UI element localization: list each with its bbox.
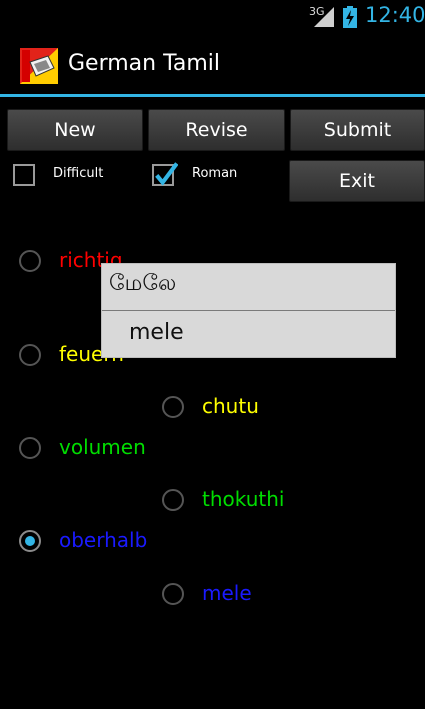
status-bar: 3G 12:40 <box>0 0 425 33</box>
battery-charging-icon <box>343 6 357 28</box>
popup-tamil-text: மேலே <box>109 271 177 296</box>
difficult-checkbox[interactable] <box>13 164 35 186</box>
radio-mele[interactable] <box>162 583 184 605</box>
submit-button[interactable]: Submit <box>290 109 425 151</box>
app-title: German Tamil <box>68 51 221 76</box>
option-chutu[interactable]: chutu <box>202 394 259 418</box>
option-volumen[interactable]: volumen <box>59 435 146 459</box>
popup-roman-text: mele <box>129 320 184 345</box>
radio-chutu[interactable] <box>162 396 184 418</box>
signal-icon <box>314 7 334 27</box>
revise-button[interactable]: Revise <box>148 109 285 151</box>
roman-checkbox[interactable] <box>152 162 178 186</box>
exit-button[interactable]: Exit <box>289 160 425 202</box>
radio-oberhalb[interactable] <box>19 530 41 552</box>
new-button[interactable]: New <box>7 109 143 151</box>
checkmark-icon <box>155 162 178 186</box>
option-mele[interactable]: mele <box>202 581 252 605</box>
popup-divider <box>102 310 395 311</box>
translation-popup: மேலே mele <box>101 263 396 358</box>
action-bar: German Tamil <box>0 33 425 97</box>
app-icon <box>20 48 58 84</box>
radio-feuern[interactable] <box>19 344 41 366</box>
option-oberhalb[interactable]: oberhalb <box>59 528 147 552</box>
roman-label: Roman <box>192 166 238 181</box>
radio-richtig[interactable] <box>19 250 41 272</box>
clock: 12:40 <box>365 3 425 27</box>
option-thokuthi[interactable]: thokuthi <box>202 487 284 511</box>
difficult-label: Difficult <box>53 166 104 181</box>
radio-thokuthi[interactable] <box>162 489 184 511</box>
radio-volumen[interactable] <box>19 437 41 459</box>
